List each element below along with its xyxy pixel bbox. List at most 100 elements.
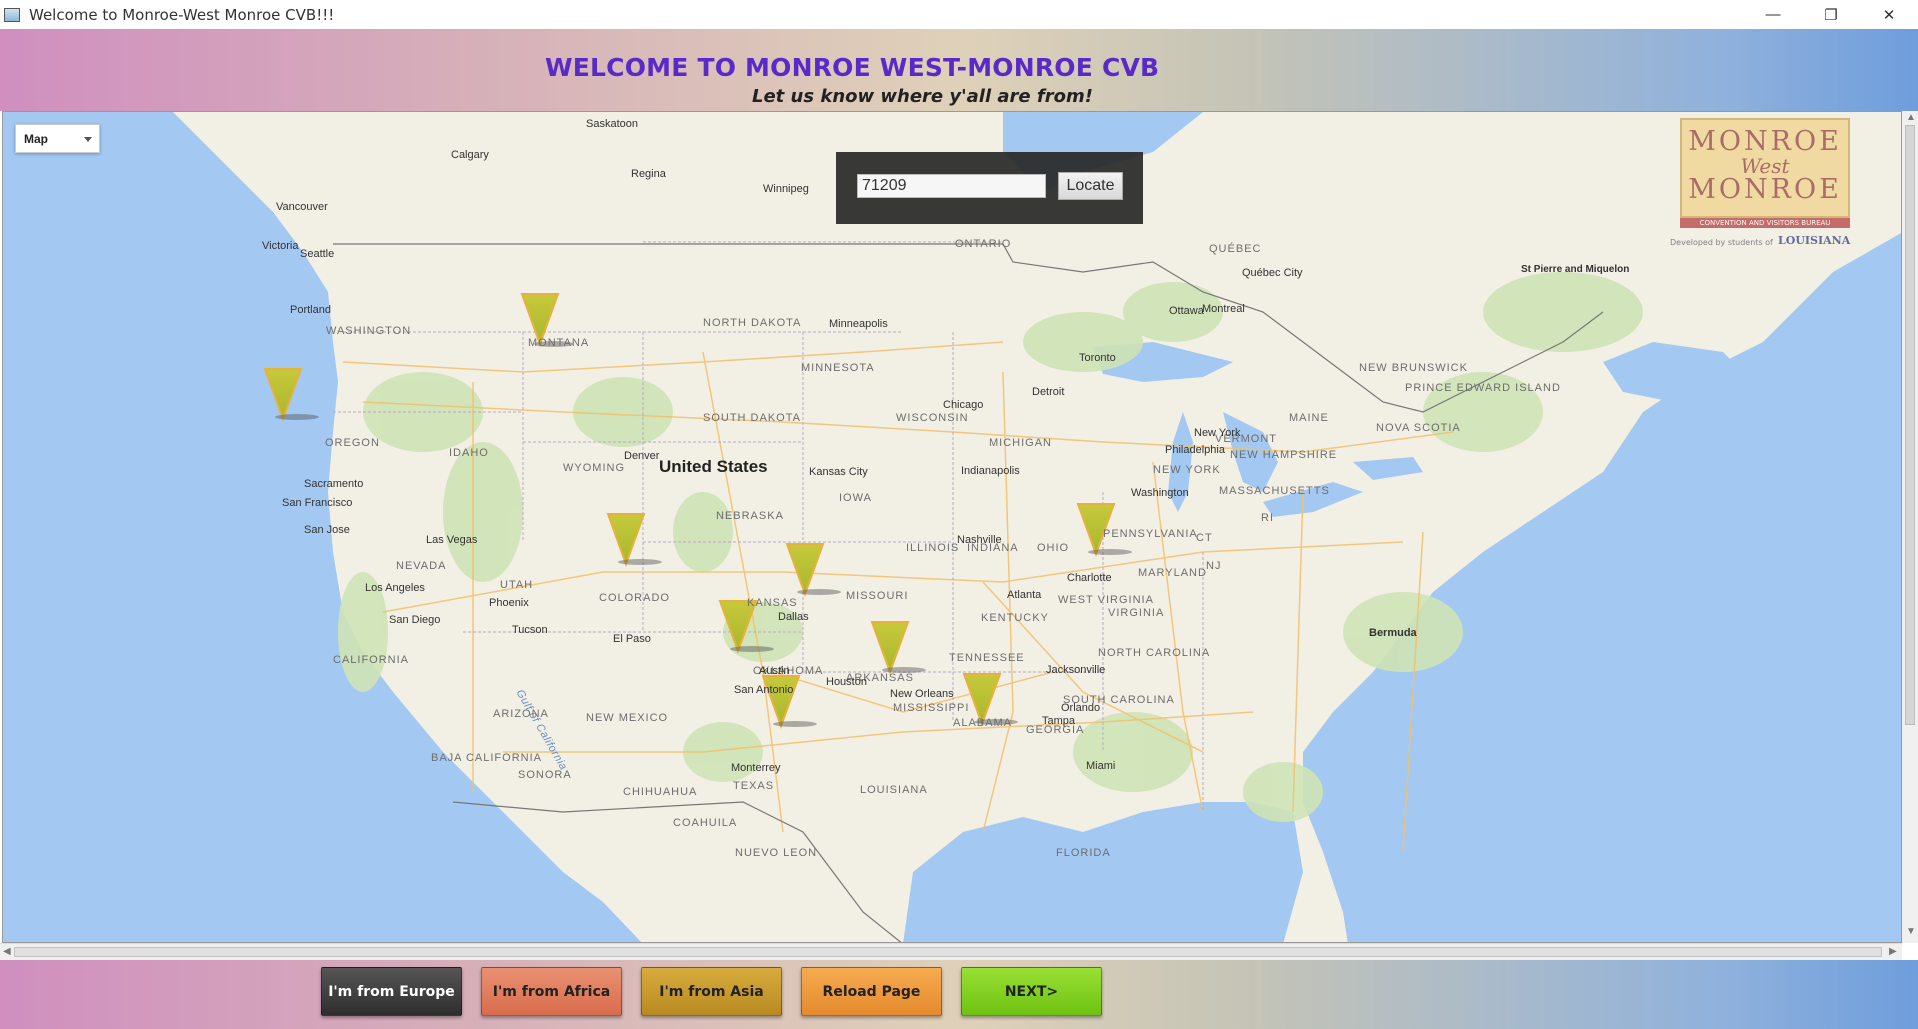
map-label: ONTARIO <box>955 238 1012 250</box>
map-label: MONTANA <box>528 337 590 349</box>
app-icon <box>4 7 20 22</box>
map-label: MAINE <box>1289 412 1329 424</box>
city-label: Denver <box>624 450 660 462</box>
map-label: NOVA SCOTIA <box>1376 422 1461 434</box>
map-label: TEXAS <box>733 780 775 792</box>
city-label: San Antonio <box>734 684 794 696</box>
map-label: COLORADO <box>599 592 670 604</box>
city-label: New Orleans <box>890 688 954 700</box>
map-label: ILLINOIS <box>906 542 960 554</box>
minimize-button[interactable]: — <box>1744 0 1802 29</box>
map-label: CALIFORNIA <box>333 654 410 666</box>
map-label: COAHUILA <box>673 817 738 829</box>
map-label: MARYLAND <box>1138 567 1207 579</box>
city-label: Tampa <box>1042 715 1076 727</box>
next-button[interactable]: NEXT> <box>961 967 1102 1016</box>
city-label: San Diego <box>389 614 441 626</box>
zip-code-input[interactable] <box>857 174 1046 198</box>
map-label: NUEVO LEON <box>735 847 818 859</box>
logo-line-1: MONROE <box>1688 126 1842 157</box>
city-label: Sacramento <box>304 478 364 490</box>
city-label: San Jose <box>304 524 350 536</box>
map-label: WASHINGTON <box>326 325 412 337</box>
city-label: Chicago <box>943 399 984 411</box>
city-label: New York <box>1194 427 1241 439</box>
city-label: Portland <box>290 304 331 316</box>
scroll-right-icon[interactable]: ▶ <box>1889 946 1897 957</box>
window-title: Welcome to Monroe-West Monroe CVB!!! <box>29 5 335 24</box>
city-label: Detroit <box>1032 386 1065 398</box>
city-label: Las Vegas <box>426 534 478 546</box>
map-label: MASSACHUSETTS <box>1219 485 1330 497</box>
map-label: NORTH CAROLINA <box>1098 647 1211 659</box>
city-label: Ottawa <box>1169 305 1204 317</box>
map-label: WISCONSIN <box>896 412 969 424</box>
map-label: LOUISIANA <box>860 784 928 796</box>
map-label: IDAHO <box>449 447 489 459</box>
africa-button[interactable]: I'm from Africa <box>481 967 622 1016</box>
map-type-dropdown[interactable]: Map <box>15 124 100 153</box>
scroll-left-icon[interactable]: ◀ <box>3 946 11 957</box>
scroll-up-icon[interactable]: ▲ <box>1906 112 1916 123</box>
map-label: VIRGINIA <box>1108 607 1165 619</box>
vertical-scroll-thumb[interactable] <box>1905 125 1915 725</box>
city-label: Saskatoon <box>586 118 638 130</box>
city-label: El Paso <box>613 633 651 645</box>
city-label: Kansas City <box>809 466 868 478</box>
cvb-logo: MONROE West MONROE CONVENTION AND VISITO… <box>1660 112 1850 264</box>
city-label: Seattle <box>300 248 335 260</box>
map-label: SOUTH DAKOTA <box>703 412 801 424</box>
map-label: NEW HAMPSHIRE <box>1230 449 1338 461</box>
map-label: FLORIDA <box>1056 847 1111 859</box>
zip-search-panel: Locate <box>836 152 1143 224</box>
page-title: WELCOME TO MONROE WEST-MONROE CVB <box>545 53 1160 82</box>
map-label: BAJA CALIFORNIA <box>431 752 542 764</box>
logo-band: CONVENTION AND VISITORS BUREAU <box>1680 218 1850 228</box>
restore-button[interactable]: ❐ <box>1802 0 1860 29</box>
city-label: Houston <box>826 676 867 688</box>
reload-page-button[interactable]: Reload Page <box>801 967 942 1016</box>
vertical-scrollbar[interactable]: ▲ ▼ <box>1902 111 1918 943</box>
city-label: Indianapolis <box>961 465 1020 477</box>
city-label: Phoenix <box>489 597 529 609</box>
horizontal-scroll-thumb[interactable] <box>14 947 1882 957</box>
map-label: UTAH <box>500 579 534 591</box>
city-label: Dallas <box>778 611 809 623</box>
map-label: KENTUCKY <box>981 612 1049 624</box>
map-label: OHIO <box>1037 542 1070 554</box>
city-label: Washington <box>1131 487 1189 499</box>
map-label: MICHIGAN <box>989 437 1052 449</box>
city-label: Montreal <box>1202 303 1245 315</box>
map-label: ALABAMA <box>953 717 1012 729</box>
map-label: NEW YORK <box>1153 464 1221 476</box>
map-view[interactable]: WASHINGTON OREGON IDAHO MONTANA WYOMING … <box>2 111 1902 943</box>
city-label: Orlando <box>1061 702 1101 714</box>
locate-button[interactable]: Locate <box>1058 172 1123 200</box>
page-subtitle: Let us know where y'all are from! <box>752 86 1093 107</box>
city-label: Miami <box>1086 760 1116 772</box>
city-label: Jacksonville <box>1046 664 1106 676</box>
city-label: Minneapolis <box>829 318 888 330</box>
map-type-label: Map <box>24 131 48 146</box>
scroll-down-icon[interactable]: ▼ <box>1906 926 1916 937</box>
map-label: CT <box>1196 532 1213 544</box>
city-label: Charlotte <box>1067 572 1112 584</box>
city-label: Toronto <box>1079 352 1116 364</box>
map-label: SONORA <box>518 769 572 781</box>
logo-developed-by: Developed by students of <box>1670 238 1773 247</box>
map-label: PRINCE EDWARD ISLAND <box>1405 382 1561 394</box>
map-label: MISSISSIPPI <box>893 702 970 714</box>
map-label: NEBRASKA <box>716 510 784 522</box>
welcome-header: WELCOME TO MONROE WEST-MONROE CVB Let us… <box>0 29 1918 111</box>
city-label: St Pierre and Miquelon <box>1521 264 1630 275</box>
asia-button[interactable]: I'm from Asia <box>641 967 782 1016</box>
map-label: WEST VIRGINIA <box>1058 594 1154 606</box>
map-label: QUÉBEC <box>1209 243 1262 255</box>
logo-line-3: MONROE <box>1688 174 1842 205</box>
close-button[interactable]: ✕ <box>1860 0 1918 29</box>
logo-university: LOUISIANA <box>1778 234 1851 247</box>
map-label: KANSAS <box>747 597 798 609</box>
city-label: Vancouver <box>276 201 328 213</box>
horizontal-scrollbar[interactable]: ◀ ▶ <box>0 943 1902 961</box>
europe-button[interactable]: I'm from Europe <box>321 967 462 1016</box>
